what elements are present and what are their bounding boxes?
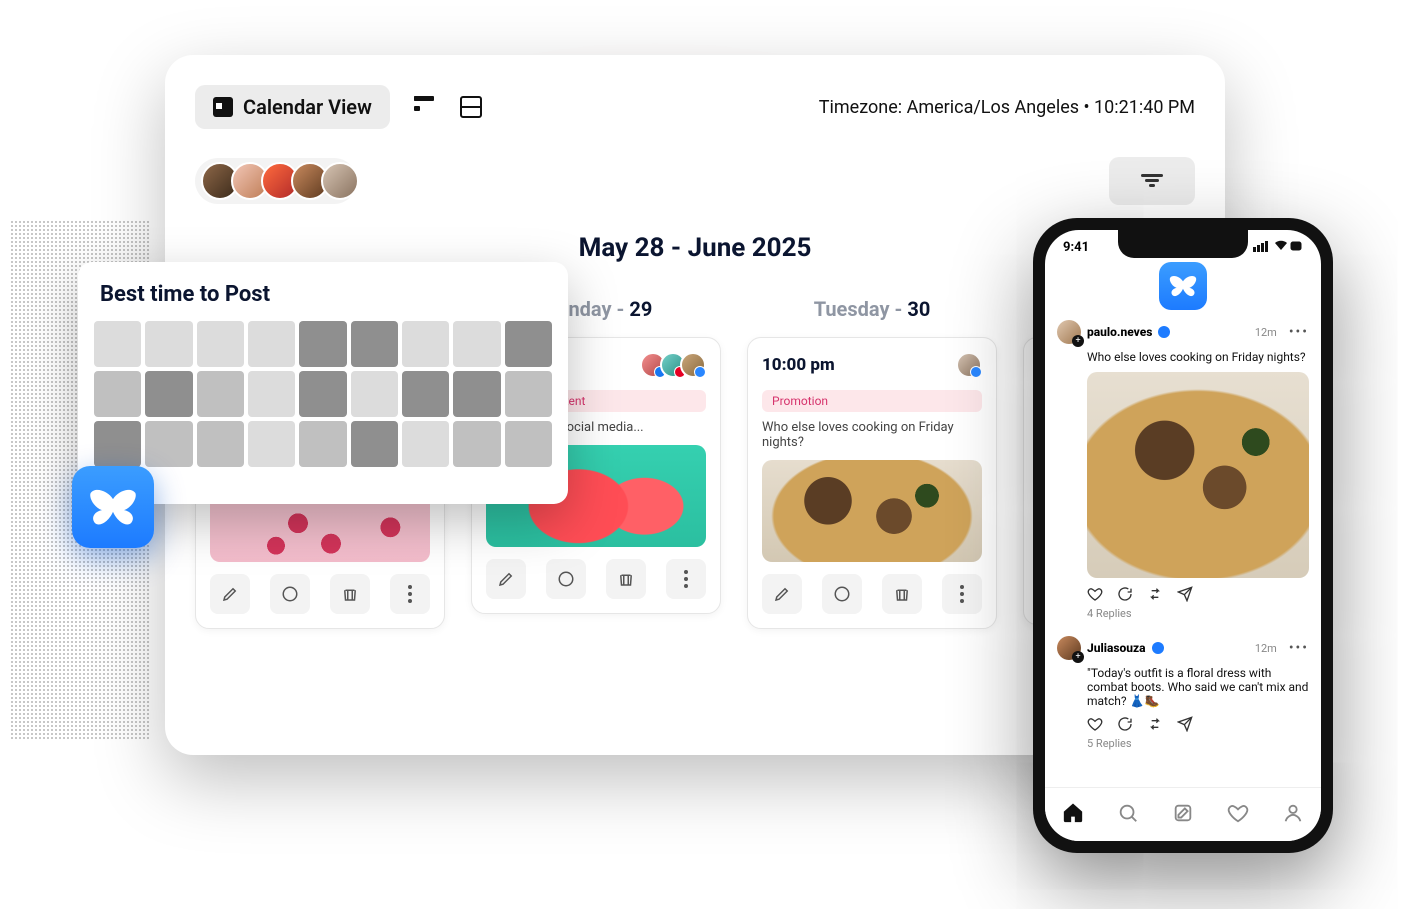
card-channel-avatars xyxy=(646,352,706,378)
tab-likes[interactable] xyxy=(1227,802,1249,828)
post-card[interactable]: 10:00 pm Promotion Who else loves cookin… xyxy=(747,337,997,629)
card-time: 10:00 pm xyxy=(762,355,835,375)
day-header: Tuesday - 30 xyxy=(747,297,997,321)
phone-mock: 9:41 + paulo.neves 12m ••• Who else love… xyxy=(1033,218,1333,853)
butterfly-icon xyxy=(87,488,139,526)
view-calendar-button[interactable]: Calendar View xyxy=(195,85,390,129)
edit-button[interactable] xyxy=(486,559,526,599)
post-avatar[interactable]: + xyxy=(1057,320,1081,344)
post-username[interactable]: paulo.neves xyxy=(1087,325,1152,339)
delete-button[interactable] xyxy=(882,574,922,614)
best-time-heatmap xyxy=(94,321,552,467)
card-thumbnail xyxy=(762,460,982,562)
feed-post[interactable]: + Juliasouza 12m ••• "Today's outfit is … xyxy=(1057,636,1309,750)
phone-tabbar xyxy=(1045,787,1321,841)
verified-icon xyxy=(1152,642,1164,654)
card-actions xyxy=(762,574,982,614)
comment-button[interactable] xyxy=(270,574,310,614)
tab-home[interactable] xyxy=(1062,802,1084,828)
tab-profile[interactable] xyxy=(1282,802,1304,828)
post-time: 12m xyxy=(1255,326,1277,339)
account-row xyxy=(195,157,1195,205)
post-replies[interactable]: 4 Replies xyxy=(1087,607,1309,620)
post-actions xyxy=(1087,586,1309,605)
feed[interactable]: + paulo.neves 12m ••• Who else loves coo… xyxy=(1045,320,1321,750)
post-menu-button[interactable]: ••• xyxy=(1289,640,1309,656)
calendar-icon xyxy=(213,97,233,117)
view-list-button[interactable] xyxy=(414,96,436,118)
account-avatar-group[interactable] xyxy=(195,158,357,204)
post-time: 12m xyxy=(1255,642,1277,655)
channel-avatar xyxy=(680,352,706,378)
timezone-label: Timezone: America/Los Angeles • 10:21:40… xyxy=(819,97,1195,118)
day-number: 30 xyxy=(907,297,930,321)
phone-notch xyxy=(1118,230,1248,258)
repost-button[interactable] xyxy=(1147,716,1163,735)
delete-button[interactable] xyxy=(330,574,370,614)
post-replies[interactable]: 5 Replies xyxy=(1087,737,1309,750)
post-menu-button[interactable]: ••• xyxy=(1289,324,1309,340)
post-avatar[interactable]: + xyxy=(1057,636,1081,660)
card-actions xyxy=(210,574,430,614)
feed-post[interactable]: + paulo.neves 12m ••• Who else loves coo… xyxy=(1057,320,1309,620)
day-name: Tuesday - xyxy=(814,297,908,321)
filter-icon xyxy=(1141,174,1163,188)
phone-screen: 9:41 + paulo.neves 12m ••• Who else love… xyxy=(1045,230,1321,841)
delete-button[interactable] xyxy=(606,559,646,599)
best-time-panel: Best time to Post xyxy=(78,262,568,504)
more-button[interactable] xyxy=(942,574,982,614)
card-text: Who else loves cooking on Friday nights? xyxy=(762,420,982,450)
tab-compose[interactable] xyxy=(1172,802,1194,828)
phone-time: 9:41 xyxy=(1063,240,1089,256)
post-username[interactable]: Juliasouza xyxy=(1087,641,1146,655)
more-button[interactable] xyxy=(390,574,430,614)
like-button[interactable] xyxy=(1087,716,1103,735)
card-channel-avatars xyxy=(962,352,982,378)
phone-status-icons xyxy=(1253,240,1303,256)
post-actions xyxy=(1087,716,1309,735)
post-text: Who else loves cooking on Friday nights? xyxy=(1087,350,1309,364)
share-button[interactable] xyxy=(1177,716,1193,735)
comment-button[interactable] xyxy=(546,559,586,599)
day-number: 29 xyxy=(629,297,652,321)
edit-button[interactable] xyxy=(210,574,250,614)
toolbar: Calendar View Timezone: America/Los Ange… xyxy=(195,85,1195,129)
reply-button[interactable] xyxy=(1117,716,1133,735)
repost-button[interactable] xyxy=(1147,586,1163,605)
card-actions xyxy=(486,559,706,599)
app-icon xyxy=(1159,262,1207,310)
comment-button[interactable] xyxy=(822,574,862,614)
post-image[interactable] xyxy=(1087,372,1309,578)
reply-button[interactable] xyxy=(1117,586,1133,605)
like-button[interactable] xyxy=(1087,586,1103,605)
follow-plus-icon[interactable]: + xyxy=(1072,651,1084,663)
share-button[interactable] xyxy=(1177,586,1193,605)
edit-button[interactable] xyxy=(762,574,802,614)
avatar[interactable] xyxy=(321,162,359,200)
bluesky-badge xyxy=(72,466,154,548)
card-tag: Promotion xyxy=(762,390,982,412)
follow-plus-icon[interactable]: + xyxy=(1072,335,1084,347)
view-grid-button[interactable] xyxy=(460,96,482,118)
view-label: Calendar View xyxy=(243,95,372,119)
post-text: "Today's outfit is a floral dress with c… xyxy=(1087,666,1309,708)
day-column-tuesday: Tuesday - 30 10:00 pm Promotion Who else… xyxy=(747,297,997,629)
more-button[interactable] xyxy=(666,559,706,599)
filter-button[interactable] xyxy=(1109,157,1195,205)
channel-avatar xyxy=(956,352,982,378)
verified-icon xyxy=(1158,326,1170,338)
best-time-title: Best time to Post xyxy=(100,282,552,307)
tab-search[interactable] xyxy=(1117,802,1139,828)
